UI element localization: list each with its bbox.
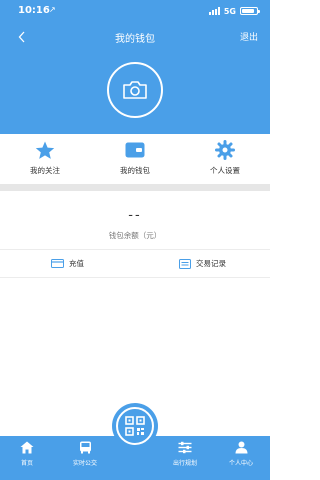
scan-qr-button[interactable] <box>116 407 154 445</box>
page-title: 我的钱包 <box>115 34 155 45</box>
transactions-button[interactable]: 交易记录 <box>135 250 270 277</box>
bus-icon <box>79 441 91 454</box>
tab-label-home: 首页 <box>20 460 33 467</box>
tab-trip-planning[interactable]: 出行规划 <box>158 436 212 480</box>
avatar[interactable] <box>107 62 163 118</box>
wallet-icon <box>124 140 146 160</box>
wallet-balance-label: 钱包余额（元） <box>108 231 162 240</box>
network-type: 5G <box>223 6 236 16</box>
tab-profile[interactable]: 个人中心 <box>214 436 268 480</box>
menu-label-settings: 个人设置 <box>210 166 240 175</box>
menu-item-settings[interactable]: 个人设置 <box>180 134 270 182</box>
star-icon <box>34 140 56 160</box>
menu-label-favorites: 我的关注 <box>30 166 60 175</box>
menu-row: 我的关注 我的钱包 个人设置 <box>0 134 270 182</box>
wallet-actions: 充值 交易记录 <box>0 249 270 278</box>
signal-icon <box>208 7 220 15</box>
status-indicators: 5G <box>208 5 260 17</box>
menu-item-wallet[interactable]: 我的钱包 <box>90 134 180 182</box>
location-arrow-icon: ↗ <box>49 5 56 14</box>
recharge-label: 充值 <box>69 259 84 268</box>
home-icon <box>20 441 34 454</box>
nav-bar: 我的钱包 退出 <box>0 26 270 48</box>
tab-realtime-bus[interactable]: 实时公交 <box>58 436 112 480</box>
person-icon <box>235 441 247 454</box>
tab-label-profile: 个人中心 <box>228 460 253 467</box>
card-icon <box>51 259 64 268</box>
record-icon <box>179 258 191 269</box>
status-bar: 10:16 ↗ 5G <box>0 0 270 22</box>
camera-icon <box>123 81 147 99</box>
header: 10:16 ↗ 5G 我的钱包 退出 <box>0 0 270 134</box>
gear-icon <box>214 140 236 160</box>
status-time: 10:16 <box>18 5 50 16</box>
section-divider <box>0 184 270 191</box>
menu-label-wallet: 我的钱包 <box>120 166 150 175</box>
sliders-icon <box>178 441 192 454</box>
battery-icon <box>240 7 260 15</box>
tab-label-trip-planning: 出行规划 <box>172 460 197 467</box>
qr-code-icon <box>125 416 145 436</box>
tab-home[interactable]: 首页 <box>0 436 54 480</box>
logout-button[interactable]: 退出 <box>240 30 258 43</box>
recharge-button[interactable]: 充值 <box>0 250 135 277</box>
tab-label-realtime-bus: 实时公交 <box>72 460 97 467</box>
transactions-label: 交易记录 <box>196 259 226 268</box>
menu-item-favorites[interactable]: 我的关注 <box>0 134 90 182</box>
wallet-balance: -- <box>128 208 142 223</box>
